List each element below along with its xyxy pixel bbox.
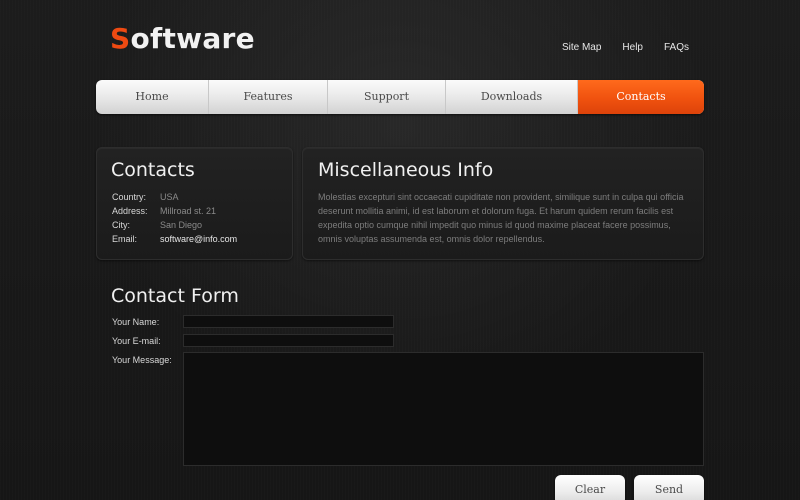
- logo-text: oftware: [130, 22, 255, 55]
- misc-info-title: Miscellaneous Info: [318, 159, 494, 181]
- misc-info-panel: Miscellaneous Info Molestias excepturi s…: [302, 147, 704, 260]
- nav-item-contacts[interactable]: Contacts: [578, 80, 704, 114]
- contact-row-email: Email: software@info.com: [112, 232, 237, 246]
- contact-value: Millroad st. 21: [160, 206, 217, 216]
- clear-button[interactable]: Clear: [555, 475, 625, 500]
- name-field[interactable]: [183, 315, 394, 328]
- message-label: Your Message:: [112, 355, 172, 365]
- contacts-list: Country: USA Address: Millroad st. 21 Ci…: [112, 190, 237, 246]
- help-link[interactable]: Help: [622, 42, 643, 53]
- send-button[interactable]: Send: [634, 475, 704, 500]
- misc-info-text: Molestias excepturi sint occaecati cupid…: [318, 192, 684, 244]
- contact-row-city: City: San Diego: [112, 218, 237, 232]
- contact-row-country: Country: USA: [112, 190, 237, 204]
- email-label: Your E-mail:: [112, 336, 161, 346]
- email-field[interactable]: [183, 334, 394, 347]
- contact-label: Email:: [112, 234, 138, 244]
- contact-form-title: Contact Form: [111, 285, 239, 307]
- contact-value: USA: [160, 192, 179, 202]
- contact-label: City:: [112, 220, 130, 230]
- name-label: Your Name:: [112, 317, 160, 327]
- nav-item-support[interactable]: Support: [328, 80, 446, 114]
- contact-row-address: Address: Millroad st. 21: [112, 204, 237, 218]
- top-links: Site Map Help FAQs: [562, 42, 689, 53]
- logo-first-letter: S: [110, 22, 131, 55]
- site-logo[interactable]: Software: [110, 22, 255, 55]
- nav-item-features[interactable]: Features: [209, 80, 328, 114]
- nav-item-downloads[interactable]: Downloads: [446, 80, 578, 114]
- page: Software Site Map Help FAQs Home Feature…: [0, 0, 800, 500]
- faqs-link[interactable]: FAQs: [664, 42, 689, 53]
- message-field[interactable]: [183, 352, 704, 466]
- email-link[interactable]: software@info.com: [160, 232, 237, 246]
- contact-label: Country:: [112, 192, 147, 202]
- contact-value: San Diego: [160, 220, 203, 230]
- contacts-title: Contacts: [111, 159, 195, 181]
- site-map-link[interactable]: Site Map: [562, 42, 601, 53]
- nav-item-home[interactable]: Home: [96, 80, 209, 114]
- main-navigation: Home Features Support Downloads Contacts: [96, 80, 704, 114]
- contacts-panel: Contacts Country: USA Address: Millroad …: [96, 147, 293, 260]
- contact-label: Address:: [112, 206, 148, 216]
